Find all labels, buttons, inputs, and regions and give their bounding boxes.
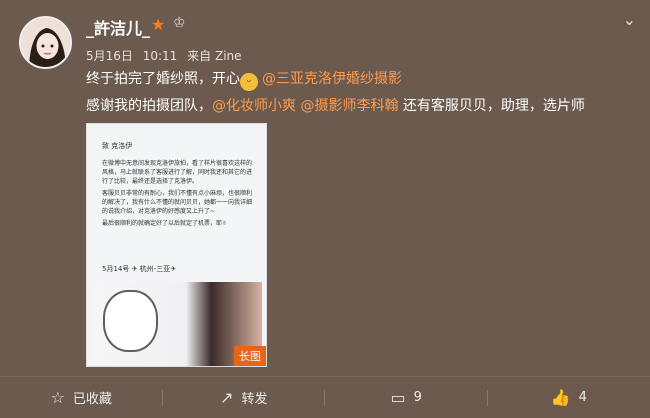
post-time[interactable]: 10:11 [143,49,178,63]
post-text-line-2: 感谢我的拍摄团队，@化妆师小爽 @摄影师李科翰 还有客服贝贝，助理，选片师 [86,95,585,115]
post-meta: 5月16日 10:11 来自 Zine [86,47,248,64]
avatar-image [21,18,70,67]
username[interactable]: _許洁儿_ [86,15,150,39]
chevron-down-icon[interactable]: ⌄ [623,10,636,29]
post-text: 终于拍完了婚纱照，开心 [86,71,240,87]
post-text: 还有客服贝贝，助理，选片师 [398,98,585,114]
like-count: 4 [578,390,587,405]
post-date[interactable]: 5月16日 [86,49,133,63]
favorite-button[interactable]: ☆ 已收藏 [0,377,163,418]
crown-badge-icon[interactable]: ♔ [173,15,186,31]
star-icon: ☆ [50,388,65,407]
mention-studio-link[interactable]: @三亚克洛伊婚纱摄影 [262,71,402,87]
comment-icon: ▭ [390,388,406,407]
favorite-label: 已收藏 [72,392,112,407]
share-icon: ↗ [220,388,234,407]
post-text: 感谢我的拍摄团队， [86,98,212,114]
action-bar: ☆ 已收藏 ↗ 转发 ▭ 9 👍 4 [0,377,650,418]
letter-paragraph: 客服贝贝非常的有耐心，我们不懂有点小麻烦，也很顺利的解决了，我有什么不懂的就问贝… [102,190,253,215]
smirk-emoji-icon: ᵕ [240,73,258,91]
comment-count: 9 [413,390,422,405]
like-button[interactable]: 👍 4 [488,377,650,418]
letter-paragraph: 在微博中无意间发现克洛伊旅拍，看了样片很喜欢这样的风格，马上就联系了客服进行了解… [102,160,253,185]
user-avatar[interactable] [19,16,72,69]
star-badge-icon[interactable]: ★ [151,15,165,34]
thumbs-up-icon: 👍 [550,388,571,407]
repost-label: 转发 [241,392,268,407]
post-text-line-1: 终于拍完了婚纱照，开心 ᵕ @三亚克洛伊婚纱摄影 [86,68,402,91]
long-image-tag: 长图 [234,346,266,366]
weibo-post-card: _許洁儿_ ★ ♔ ⌄ 5月16日 10:11 来自 Zine 终于拍完了婚纱照… [0,0,650,418]
letter-date-line: 5月14号 ✈ 杭州-三亚✈ [102,265,177,273]
letter-header: 致 克洛伊 [102,142,133,150]
image-letter: 致 克洛伊 在微博中无意间发现克洛伊旅拍，看了样片很喜欢这样的风格，马上就联系了… [102,142,252,231]
post-source: 来自 Zine [187,49,242,63]
repost-button[interactable]: ↗ 转发 [163,377,325,418]
mention-makeup-link[interactable]: @化妆师小爽 [212,98,296,114]
letter-paragraph: 最后很顺利的就确定好了以后就定了机票，耶✌ [102,220,228,227]
bear-sticker-icon [103,290,158,352]
long-image-thumbnail[interactable]: 致 克洛伊 在微博中无意间发现克洛伊旅拍，看了样片很喜欢这样的风格，马上就联系了… [86,123,267,367]
comment-button[interactable]: ▭ 9 [325,377,488,418]
mention-photographer-link[interactable]: @摄影师李科翰 [300,98,398,114]
